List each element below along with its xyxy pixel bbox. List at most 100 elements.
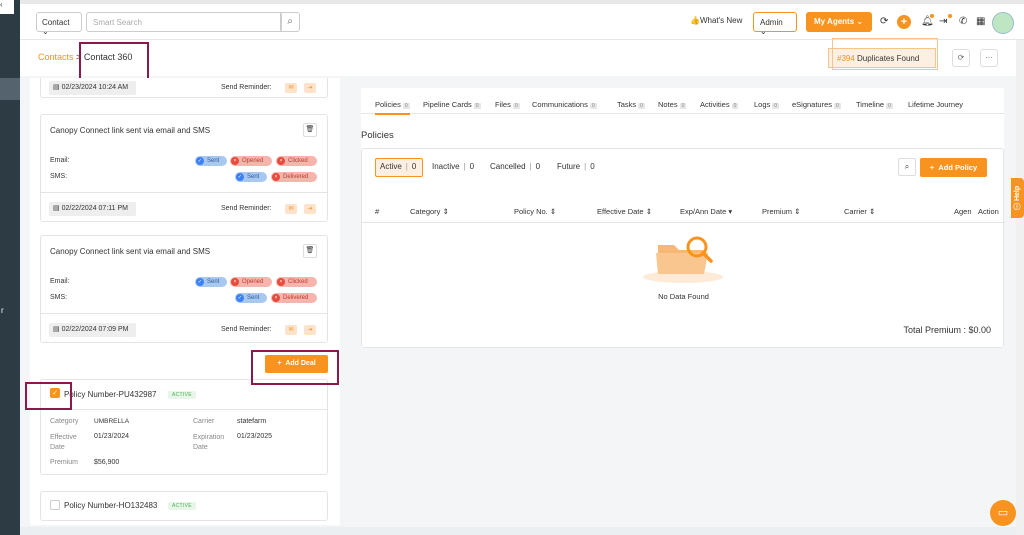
- highlight-box: [25, 382, 72, 410]
- activity-card: Canopy Connect link sent via email and S…: [40, 235, 328, 343]
- phone-icon[interactable]: ✆: [959, 16, 967, 27]
- policy-card[interactable]: ✓ Policy Number-PU432987 ACTIVE Category…: [40, 379, 328, 475]
- sidebar-active-item[interactable]: [0, 78, 20, 100]
- activity-card-partial: ▤ 02/23/2024 10:24 AM Send Reminder: ✉ ⇥: [40, 78, 328, 98]
- sort-icon: ⇕: [442, 207, 449, 216]
- bottom-bar: [20, 527, 1016, 535]
- policy-checkbox[interactable]: [50, 500, 60, 510]
- tab-bar: Policies 0 Pipeline Cards 0 Files 0 Communi…: [361, 94, 1004, 115]
- tab-activities[interactable]: Activities 0: [700, 100, 739, 109]
- top-navbar: Contact ⌄ Smart Search ⌕ 👍What's New Adm…: [20, 0, 1024, 40]
- status-badge: × Opened: [230, 156, 272, 166]
- email-reminder-icon[interactable]: ✉: [285, 204, 297, 214]
- tab-logs[interactable]: Logs 0: [754, 100, 780, 109]
- divider: [41, 313, 327, 314]
- filter-inactive[interactable]: Inactive | 0: [432, 162, 474, 171]
- more-options-icon[interactable]: ···: [980, 49, 998, 67]
- search-icon[interactable]: ⌕: [280, 12, 300, 32]
- scrollbar[interactable]: [1016, 40, 1024, 535]
- avatar[interactable]: [992, 12, 1014, 34]
- sidebar-collapse-toggle[interactable]: ‹: [0, 0, 14, 14]
- filter-future[interactable]: Future | 0: [557, 162, 595, 171]
- column-header: #: [375, 207, 380, 216]
- delete-icon[interactable]: 🗑︎: [303, 123, 317, 137]
- chevron-down-icon: ⌄: [42, 27, 49, 36]
- thumbs-up-icon: 👍: [690, 16, 700, 25]
- status-badge: × Clicked: [276, 156, 317, 166]
- email-reminder-icon[interactable]: ✉: [285, 83, 297, 93]
- highlight-box: [251, 350, 339, 385]
- email-reminder-icon[interactable]: ✉: [285, 325, 297, 335]
- delete-icon[interactable]: 🗑︎: [303, 244, 317, 258]
- sort-icon: ⇕: [794, 207, 801, 216]
- logout-icon[interactable]: ⇥: [939, 16, 947, 27]
- status-badge: × Delivered: [271, 172, 317, 182]
- search-icon[interactable]: ⌕: [898, 158, 916, 176]
- column-header-action: Action: [978, 207, 999, 216]
- breadcrumb-contacts[interactable]: Contacts: [38, 52, 74, 62]
- activity-card: Canopy Connect link sent via email and S…: [40, 114, 328, 222]
- status-badge: × Opened: [230, 277, 272, 287]
- tab-policies[interactable]: Policies 0: [375, 100, 410, 115]
- divider: [41, 192, 327, 193]
- filter-cancelled[interactable]: Cancelled | 0: [490, 162, 540, 171]
- status-badge: ✓ Sent: [195, 156, 227, 166]
- help-tab[interactable]: ⓘ Help: [1011, 178, 1024, 218]
- sms-reminder-icon[interactable]: ⇥: [304, 204, 316, 214]
- page-title: Policies: [361, 130, 394, 141]
- column-header-exp-ann-date[interactable]: Exp/Ann Date ▾: [680, 207, 732, 216]
- status-badge: ✓ Sent: [235, 293, 267, 303]
- date-box: ▤ 02/22/2024 07:11 PM: [49, 202, 136, 216]
- status-badge: ✓ Sent: [235, 172, 267, 182]
- status-badge: ACTIVE: [168, 502, 196, 510]
- tab-notes[interactable]: Notes 0: [658, 100, 687, 109]
- tab-lifetime-journey[interactable]: Lifetime Journey: [908, 100, 963, 109]
- my-agents-button[interactable]: My Agents ⌄: [806, 12, 872, 32]
- sort-desc-icon: ▾: [728, 207, 733, 216]
- table-header: # Category ⇕ Policy No. ⇕ Effective Date…: [362, 199, 1005, 223]
- empty-folder-illustration: [643, 236, 723, 283]
- column-header-carrier[interactable]: Carrier ⇕: [844, 207, 875, 216]
- whats-new-link[interactable]: 👍What's New: [690, 16, 742, 25]
- add-policy-button[interactable]: + Add Policy: [920, 158, 987, 177]
- no-data-message: No Data Found: [658, 292, 709, 301]
- divider: [41, 409, 327, 410]
- sms-reminder-icon[interactable]: ⇥: [304, 325, 316, 335]
- status-badge: × Delivered: [271, 293, 317, 303]
- notification-dot: [930, 14, 934, 18]
- main-content: Policies 0 Pipeline Cards 0 Files 0 Communi…: [361, 88, 1005, 348]
- highlight-box: [832, 38, 938, 70]
- tab-files[interactable]: Files 0: [495, 100, 520, 109]
- admin-select[interactable]: Admin ⌄: [753, 12, 797, 36]
- sms-reminder-icon[interactable]: ⇥: [304, 83, 316, 93]
- tab-esignatures[interactable]: eSignatures 0: [792, 100, 841, 109]
- calculator-icon[interactable]: ▦: [976, 16, 985, 27]
- notification-dot: [948, 14, 952, 18]
- sidebar-stray-text: r: [1, 306, 4, 315]
- sync-icon[interactable]: ⟳: [952, 49, 970, 67]
- activity-panel: ▤ 02/23/2024 10:24 AM Send Reminder: ✉ ⇥…: [30, 78, 340, 525]
- help-icon: ⓘ: [1014, 203, 1021, 211]
- column-header-policy-no[interactable]: Policy No. ⇕: [514, 207, 556, 216]
- add-icon[interactable]: +: [897, 15, 911, 29]
- column-header-agent: Agen: [954, 207, 972, 216]
- policy-card[interactable]: Policy Number-HO132483 ACTIVE: [40, 491, 328, 521]
- column-header-category[interactable]: Category ⇕: [410, 207, 449, 216]
- tab-pipeline-cards[interactable]: Pipeline Cards 0: [423, 100, 481, 109]
- column-header-premium[interactable]: Premium ⇕: [762, 207, 800, 216]
- contact-type-select[interactable]: Contact ⌄: [36, 12, 82, 36]
- filter-active[interactable]: Active | 0: [380, 162, 416, 171]
- date-box: ▤ 02/22/2024 07:09 PM: [49, 323, 136, 337]
- chevron-down-icon: ⌄: [760, 27, 767, 36]
- tab-timeline[interactable]: Timeline 0: [856, 100, 893, 109]
- policies-panel: Active | 0 Inactive | 0 Cancelled | 0 Future | 0…: [361, 148, 1005, 348]
- tab-communications[interactable]: Communications 0: [532, 100, 597, 109]
- chat-icon[interactable]: ▭: [990, 500, 1016, 526]
- sidebar: r: [0, 0, 20, 535]
- column-header-effective-date[interactable]: Effective Date ⇕: [597, 207, 652, 216]
- refresh-icon[interactable]: ⟳: [880, 16, 888, 27]
- smart-search-input[interactable]: Smart Search: [86, 12, 282, 32]
- sort-icon: ⇕: [645, 207, 652, 216]
- total-premium: Total Premium : $0.00: [903, 325, 991, 335]
- tab-tasks[interactable]: Tasks 0: [617, 100, 645, 109]
